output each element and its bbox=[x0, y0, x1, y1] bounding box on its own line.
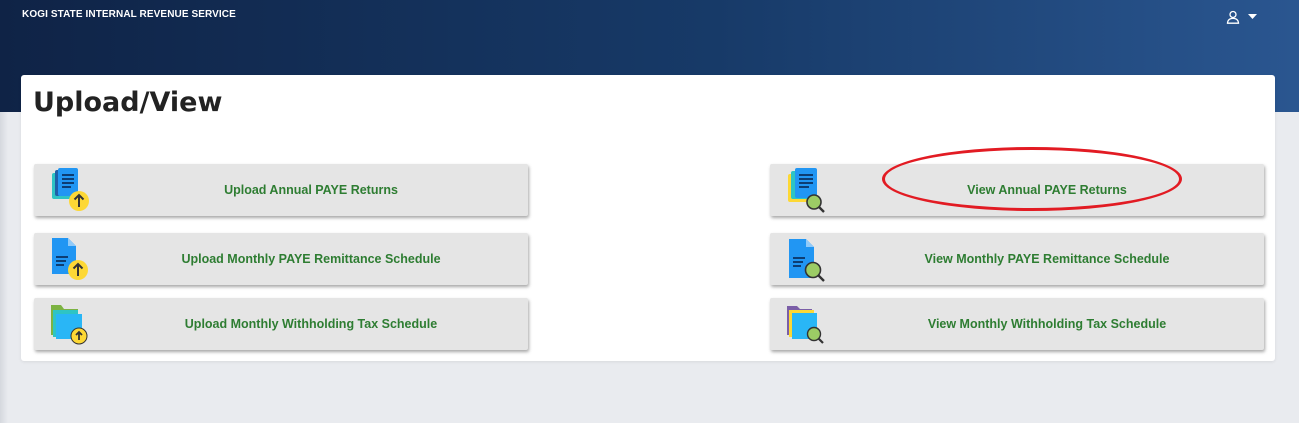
view-document-icon bbox=[784, 167, 830, 213]
tile-label: View Annual PAYE Returns bbox=[967, 183, 1127, 197]
tile-label: View Monthly PAYE Remittance Schedule bbox=[924, 252, 1170, 266]
upload-folder-icon bbox=[48, 301, 94, 347]
tile-label: Upload Monthly Withholding Tax Schedule bbox=[184, 317, 438, 331]
view-file-icon bbox=[784, 236, 830, 282]
upload-document-icon bbox=[48, 167, 94, 213]
page-title: Upload/View bbox=[33, 87, 223, 118]
upload-monthly-paye-remittance-schedule-button[interactable]: Upload Monthly PAYE Remittance Schedule bbox=[34, 233, 528, 285]
brand-title[interactable]: KOGI STATE INTERNAL REVENUE SERVICE bbox=[22, 9, 236, 20]
tile-label: Upload Monthly PAYE Remittance Schedule bbox=[181, 252, 441, 266]
user-menu-toggle[interactable] bbox=[1226, 8, 1270, 26]
upload-annual-paye-returns-button[interactable]: Upload Annual PAYE Returns bbox=[34, 164, 528, 216]
view-monthly-paye-remittance-schedule-button[interactable]: View Monthly PAYE Remittance Schedule bbox=[770, 233, 1264, 285]
view-folder-icon bbox=[784, 301, 830, 347]
view-annual-paye-returns-button[interactable]: View Annual PAYE Returns bbox=[770, 164, 1264, 216]
upload-monthly-withholding-tax-schedule-button[interactable]: Upload Monthly Withholding Tax Schedule bbox=[34, 298, 528, 350]
user-icon bbox=[1226, 10, 1240, 24]
upload-view-panel: Upload/View Upload Annual PAYE Returns V… bbox=[21, 75, 1275, 361]
caret-down-icon bbox=[1248, 14, 1257, 20]
tile-label: Upload Annual PAYE Returns bbox=[224, 183, 398, 197]
tile-label: View Monthly Withholding Tax Schedule bbox=[927, 317, 1167, 331]
upload-file-icon bbox=[48, 236, 94, 282]
view-monthly-withholding-tax-schedule-button[interactable]: View Monthly Withholding Tax Schedule bbox=[770, 298, 1264, 350]
